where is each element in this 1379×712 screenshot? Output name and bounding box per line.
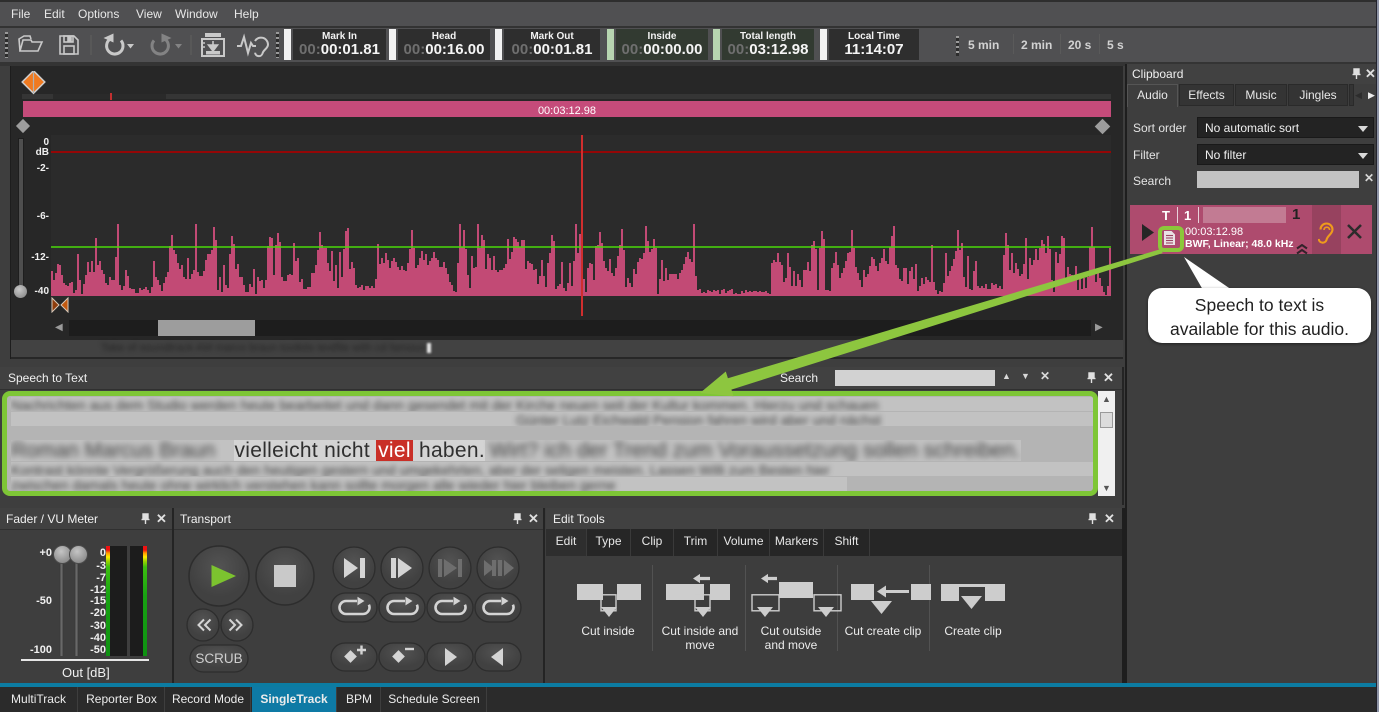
svg-text:SCRUB: SCRUB	[195, 651, 242, 666]
